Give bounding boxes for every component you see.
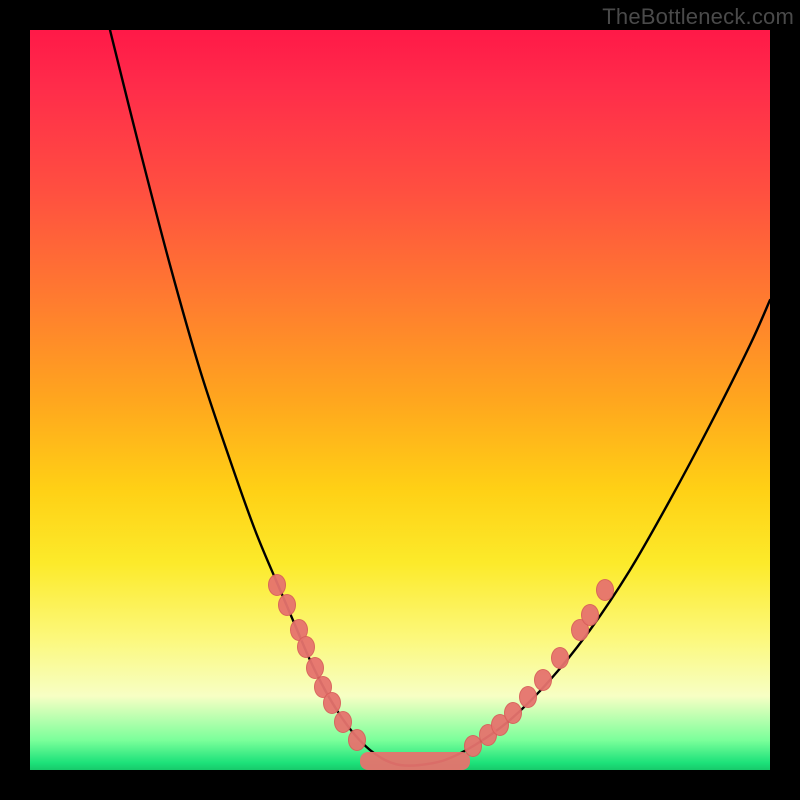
data-marker [520,687,537,708]
data-marker [535,670,552,691]
data-marker [349,730,366,751]
bottleneck-curve [110,30,770,766]
data-marker [298,637,315,658]
data-marker [269,575,286,596]
marker-group [269,575,614,757]
data-marker [505,703,522,724]
bottom-marker-band [360,752,470,770]
plot-area [30,30,770,770]
data-marker [307,658,324,679]
watermark-text: TheBottleneck.com [602,4,794,30]
outer-frame: TheBottleneck.com [0,0,800,800]
data-marker [597,580,614,601]
data-marker [465,736,482,757]
data-marker [279,595,296,616]
chart-svg [30,30,770,770]
data-marker [552,648,569,669]
data-marker [335,712,352,733]
data-marker [324,693,341,714]
data-marker [582,605,599,626]
